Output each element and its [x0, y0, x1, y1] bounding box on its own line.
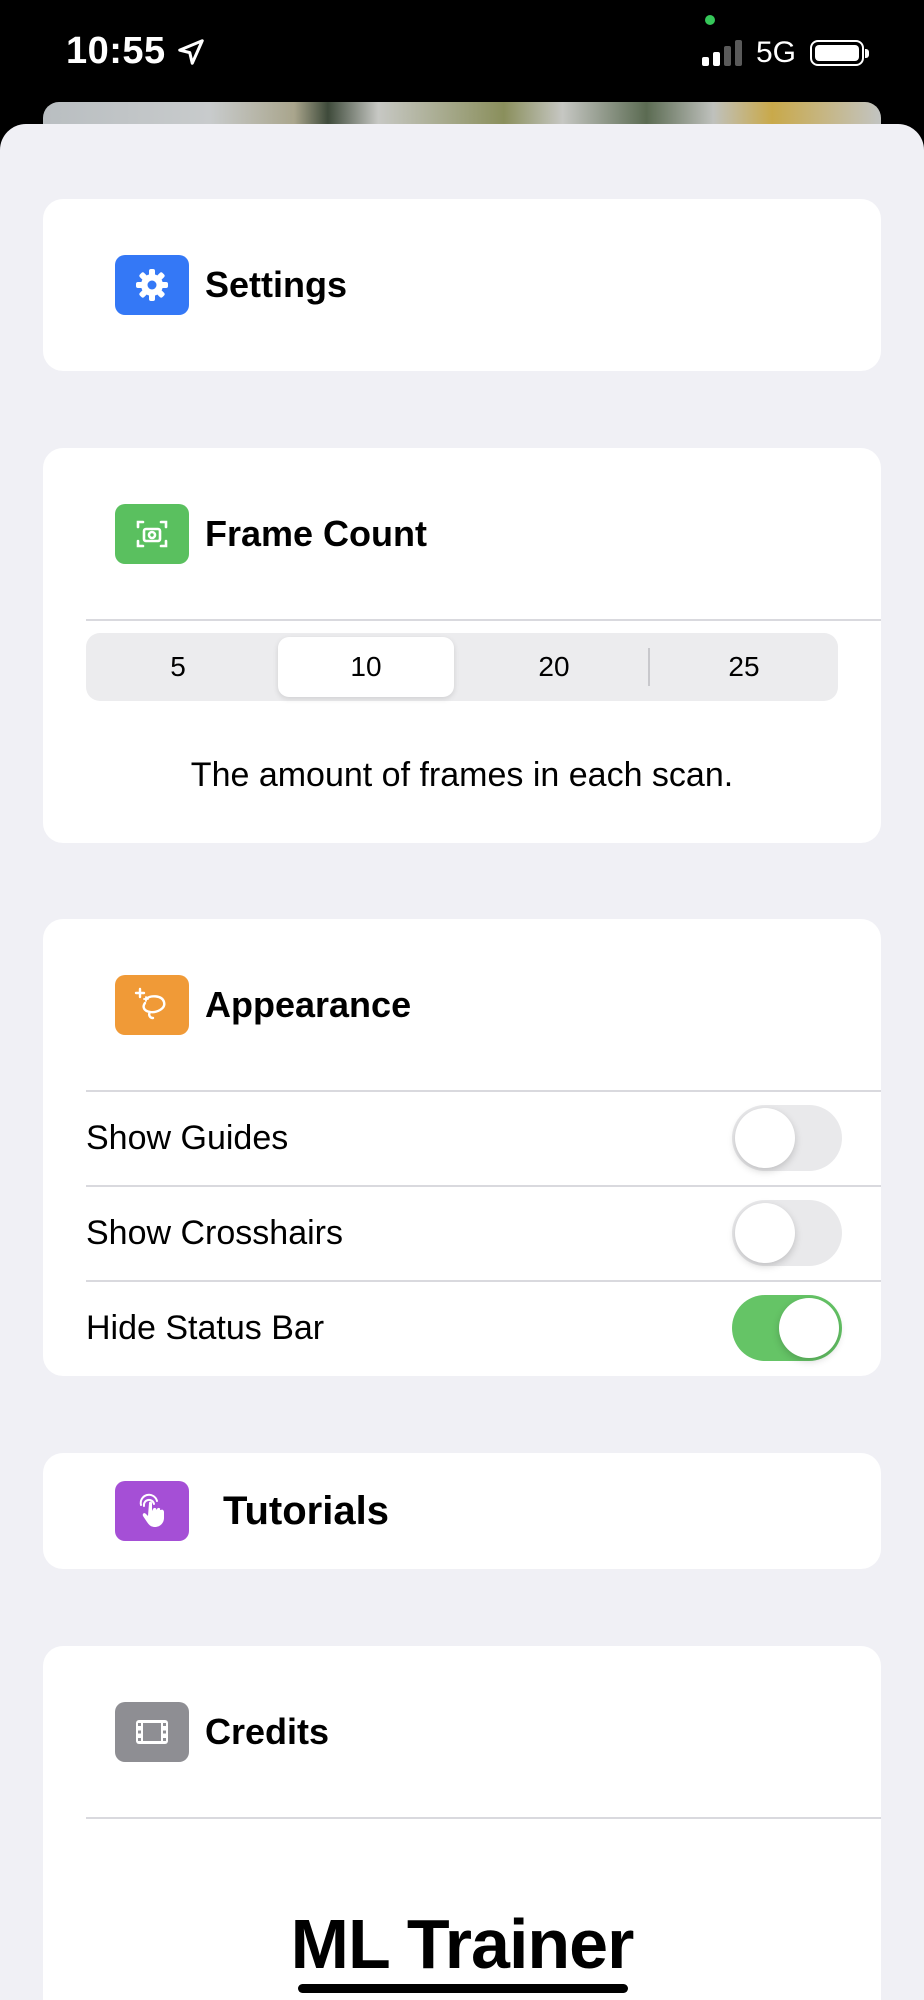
sparkles-lasso-icon — [115, 975, 189, 1035]
show-guides-toggle[interactable] — [732, 1105, 842, 1171]
tutorials-card[interactable]: Tutorials — [43, 1453, 881, 1569]
appearance-title: Appearance — [205, 984, 412, 1025]
status-time: 10:55 — [66, 30, 206, 73]
credits-title: Credits — [205, 1711, 330, 1752]
credits-card: Credits ML Trainer — [43, 1646, 881, 2000]
tutorials-title: Tutorials — [223, 1488, 389, 1533]
status-bar: 10:55 5G — [0, 0, 924, 100]
segment-25[interactable]: 25 — [656, 637, 832, 697]
show-guides-row: Show Guides — [86, 1091, 881, 1185]
hide-status-bar-toggle[interactable] — [732, 1295, 842, 1361]
settings-sheet: Settings Frame Count 5 10 20 25 The amou… — [0, 124, 924, 2000]
show-crosshairs-row: Show Crosshairs — [86, 1186, 881, 1280]
appearance-card: Appearance Show Guides Show Crosshairs H… — [43, 919, 881, 1376]
network-type: 5G — [755, 36, 796, 69]
logo-underline — [298, 1984, 628, 1993]
location-arrow-icon — [177, 38, 204, 65]
show-guides-label: Show Guides — [86, 1118, 289, 1157]
segment-10[interactable]: 10 — [278, 637, 454, 697]
frame-count-card: Frame Count 5 10 20 25 The amount of fra… — [43, 448, 881, 843]
hide-status-bar-label: Hide Status Bar — [86, 1308, 325, 1347]
privacy-indicator — [705, 15, 715, 25]
battery-icon — [810, 40, 869, 66]
gear-icon — [115, 255, 189, 315]
ml-trainer-logo: ML Trainer — [290, 1905, 635, 1983]
segment-5[interactable]: 5 — [90, 637, 266, 697]
camera-viewfinder-icon — [115, 504, 189, 564]
hide-status-bar-row: Hide Status Bar — [86, 1281, 881, 1375]
frame-count-title: Frame Count — [205, 513, 428, 554]
film-icon — [115, 1702, 189, 1762]
settings-card: Settings — [43, 199, 881, 371]
frame-count-segmented-control: 5 10 20 25 — [86, 633, 838, 701]
cellular-signal-icon — [701, 40, 742, 66]
show-crosshairs-label: Show Crosshairs — [86, 1213, 343, 1252]
settings-title: Settings — [205, 264, 348, 305]
time-label: 10:55 — [66, 30, 166, 72]
show-crosshairs-toggle[interactable] — [732, 1200, 842, 1266]
frame-count-caption: The amount of frames in each scan. — [190, 756, 734, 794]
hand-tap-icon — [115, 1481, 189, 1541]
segment-20[interactable]: 20 — [466, 637, 642, 697]
